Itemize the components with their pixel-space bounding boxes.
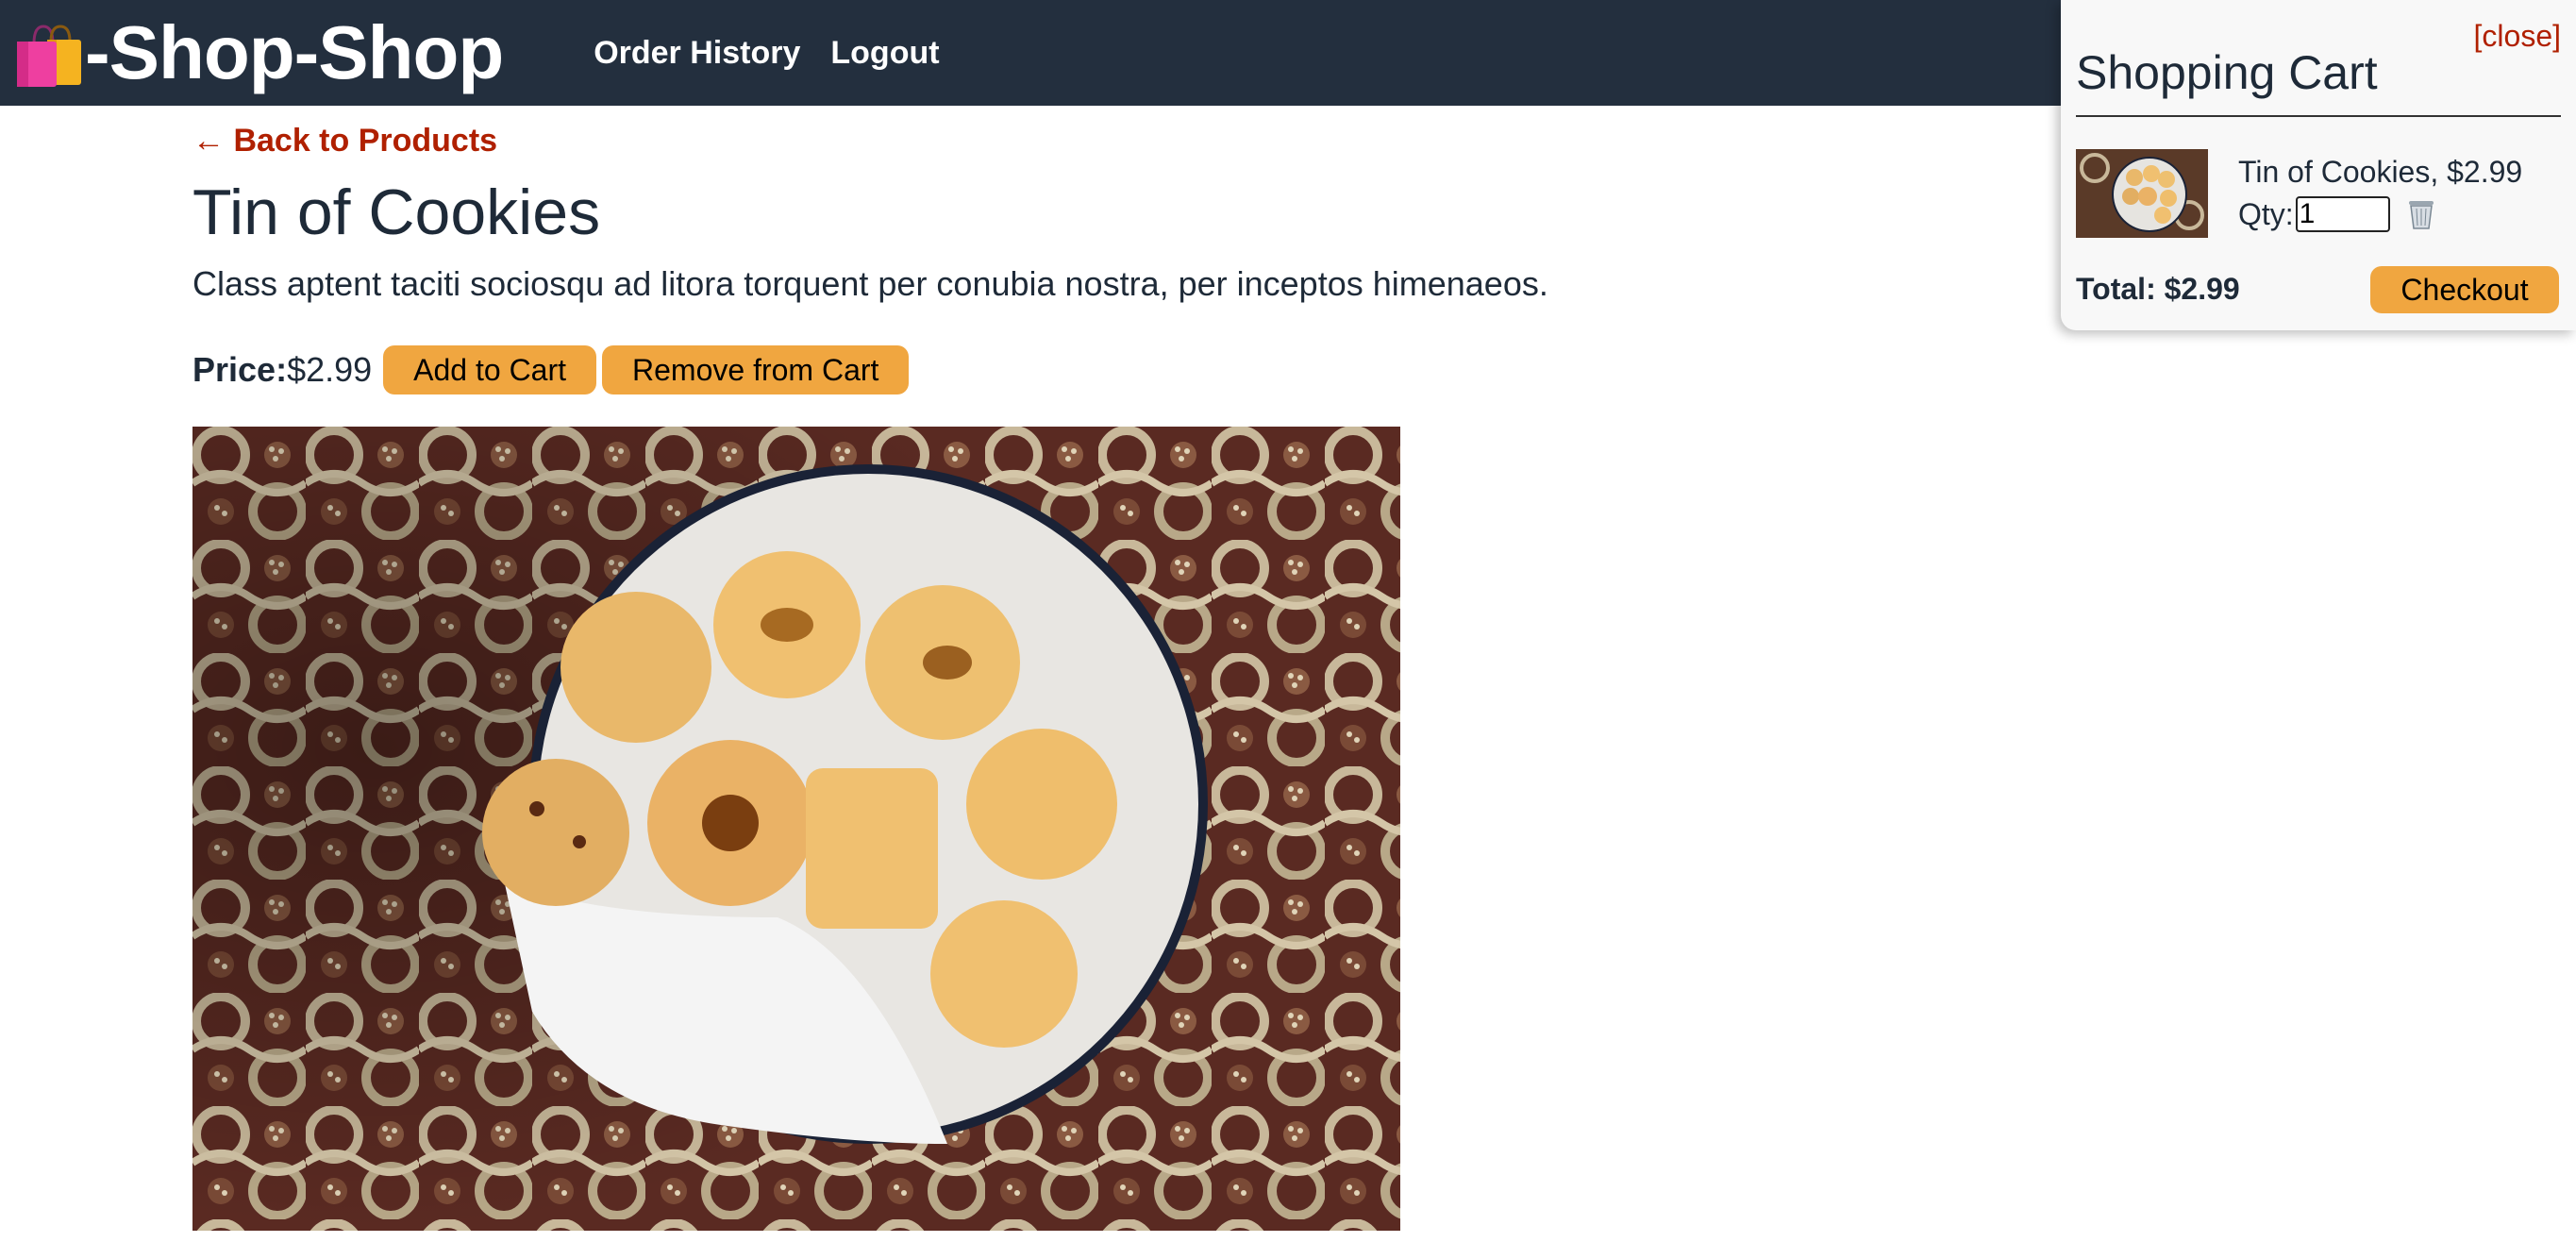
cart-total: Total: $2.99 xyxy=(2076,272,2240,306)
price-row: Price: $2.99 Add to Cart Remove from Car… xyxy=(192,345,910,394)
nav-order-history[interactable]: Order History xyxy=(594,35,800,72)
cart-item-thumbnail xyxy=(2076,149,2208,238)
checkout-button[interactable]: Checkout xyxy=(2370,266,2559,313)
trash-icon[interactable] xyxy=(2405,197,2437,231)
qty-label: Qty: xyxy=(2238,196,2294,231)
price-value: $2.99 xyxy=(287,350,373,389)
cart-close-link[interactable]: [close] xyxy=(2474,19,2561,54)
qty-input[interactable] xyxy=(2295,196,2390,232)
remove-from-cart-button[interactable]: Remove from Cart xyxy=(602,345,910,394)
cart-item-name: Tin of Cookies, $2.99 xyxy=(2238,155,2523,189)
nav-logout[interactable]: Logout xyxy=(830,35,939,72)
product-description: Class aptent taciti sociosqu ad litora t… xyxy=(192,264,1548,303)
cookie-tin-photo xyxy=(192,427,1400,1231)
back-to-products-link[interactable]: ← Back to Products xyxy=(192,123,497,159)
main-nav: Order History Logout xyxy=(594,35,939,72)
product-title: Tin of Cookies xyxy=(192,176,601,248)
cart-item-qty-row: Qty: xyxy=(2238,196,2437,232)
brand-title: -Shop-Shop xyxy=(85,10,504,94)
price-label: Price: xyxy=(192,350,288,389)
cart-divider xyxy=(2076,115,2561,117)
shopping-bags-icon xyxy=(17,25,81,87)
cart-title: Shopping Cart xyxy=(2076,46,2378,99)
brand-logo[interactable]: -Shop-Shop xyxy=(13,9,504,96)
add-to-cart-button[interactable]: Add to Cart xyxy=(383,345,597,394)
product-image xyxy=(192,427,1400,1231)
